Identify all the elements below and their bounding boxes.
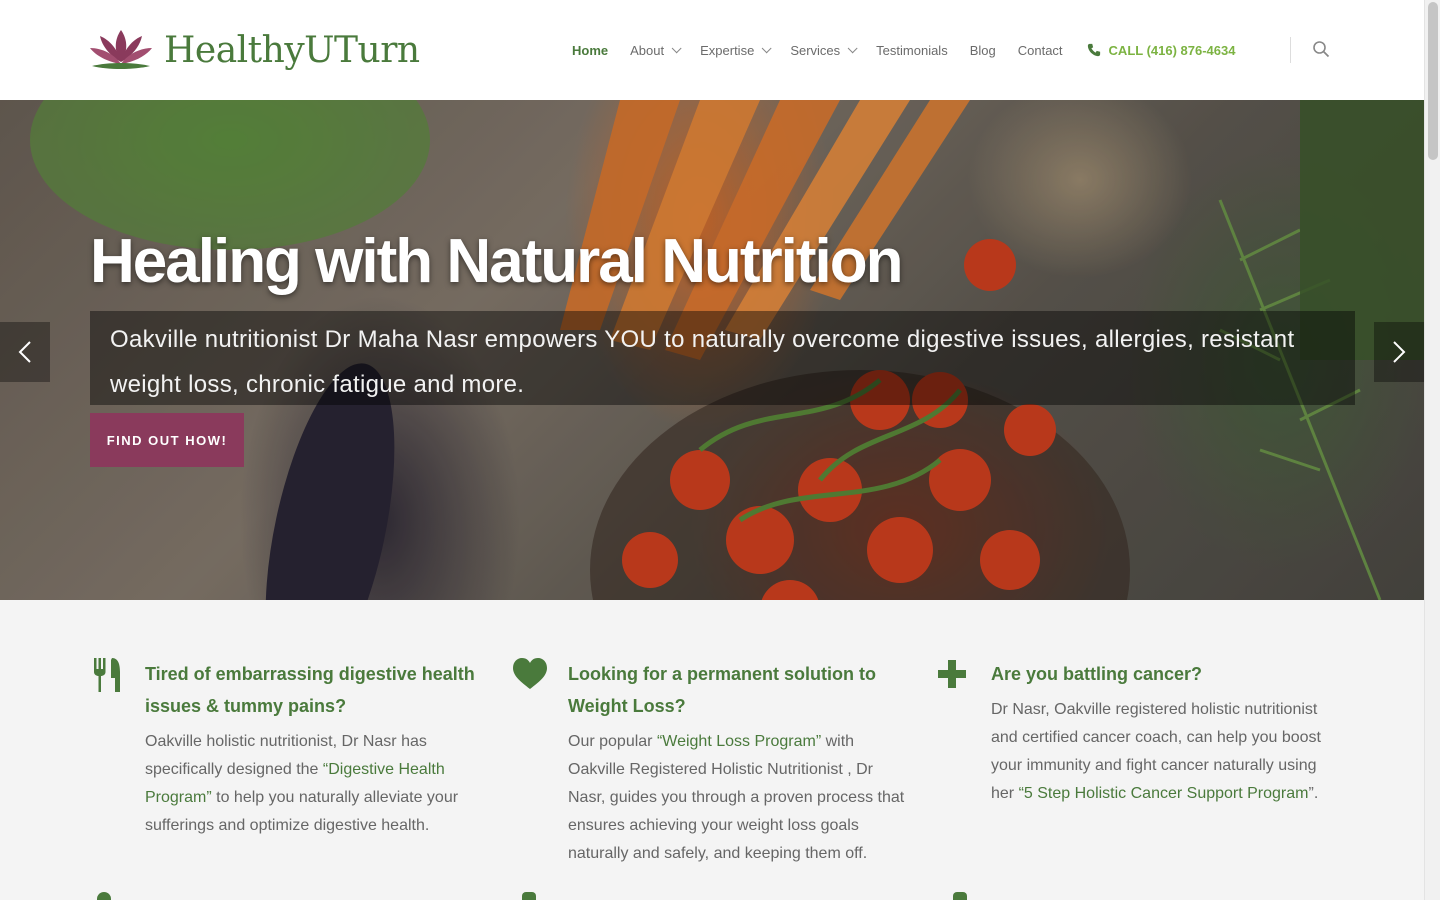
site-header: HealthyUTurn Home About Expertise Servic… (0, 0, 1424, 100)
page-scrollbar[interactable] (1424, 0, 1440, 900)
feature-text-part: Our popular (568, 733, 657, 750)
nav-about-label: About (630, 42, 665, 58)
nav-testimonials[interactable]: Testimonials (876, 43, 948, 58)
cancer-program-link[interactable]: “5 Step Holistic Cancer Support Program (1019, 785, 1309, 802)
nav-blog[interactable]: Blog (970, 43, 996, 58)
logo-wordmark: HealthyUTurn (164, 29, 420, 71)
feature-title: Tired of embarrassing digestive health i… (145, 664, 475, 716)
next-row-icon-peek (97, 892, 111, 900)
nav-about[interactable]: About (630, 42, 682, 58)
features-section: Tired of embarrassing digestive health i… (0, 600, 1424, 900)
chevron-right-icon (1393, 341, 1406, 363)
find-out-how-button[interactable]: FIND OUT HOW! (90, 413, 244, 467)
feature-title: Looking for a permanent solution to Weig… (568, 664, 876, 716)
slider-next-button[interactable] (1374, 322, 1424, 382)
heart-icon (513, 658, 547, 689)
chevron-down-icon (671, 42, 682, 53)
chevron-left-icon (18, 341, 31, 363)
nav-home[interactable]: Home (572, 43, 608, 58)
call-label: CALL (416) 876-4634 (1108, 42, 1236, 58)
feature-text: Dr Nasr, Oakville registered holistic nu… (991, 696, 1331, 808)
phone-icon (1087, 43, 1100, 57)
plus-icon (938, 660, 966, 688)
nav-contact[interactable]: Contact (1018, 43, 1063, 58)
slider-prev-button[interactable] (0, 322, 50, 382)
nav-home-label: Home (572, 42, 609, 58)
nav-services-label: Services (790, 42, 841, 58)
search-icon[interactable] (1312, 40, 1330, 58)
hero-slider: Healing with Natural Nutrition Oakville … (0, 100, 1424, 600)
feature-text: Oakville holistic nutritionist, Dr Nasr … (145, 728, 485, 840)
call-link[interactable]: CALL (416) 876-4634 (1087, 42, 1236, 58)
chevron-down-icon (761, 42, 772, 53)
nav-divider (1290, 37, 1291, 63)
nav-testimonials-label: Testimonials (876, 42, 948, 58)
feature-text: Our popular “Weight Loss Program” with O… (568, 728, 908, 868)
nav-expertise-label: Expertise (700, 42, 755, 58)
weight-loss-program-link[interactable]: “Weight Loss Program” (657, 733, 821, 750)
nav-blog-label: Blog (969, 42, 996, 58)
hero-title: Healing with Natural Nutrition (90, 227, 903, 296)
feature-title: Are you battling cancer? (991, 664, 1203, 684)
hero-subtitle-box: Oakville nutritionist Dr Maha Nasr empow… (90, 311, 1355, 405)
hero-subtitle: Oakville nutritionist Dr Maha Nasr empow… (110, 326, 1295, 398)
chevron-down-icon (847, 42, 858, 53)
site-logo[interactable]: HealthyUTurn (88, 26, 420, 74)
scrollbar-thumb[interactable] (1428, 2, 1438, 160)
utensils-icon (94, 658, 120, 692)
main-nav: Home About Expertise Services Testimonia… (572, 0, 1235, 100)
lotus-logo-icon (90, 30, 152, 69)
nav-services[interactable]: Services (790, 42, 858, 58)
nav-contact-label: Contact (1017, 42, 1063, 58)
nav-expertise[interactable]: Expertise (700, 42, 772, 58)
feature-text-part: ”. (1308, 785, 1319, 802)
feature-text-part: with Oakville Registered Holistic Nutrit… (568, 733, 905, 862)
next-row-icon-peek (522, 892, 536, 900)
next-row-icon-peek (953, 892, 967, 900)
